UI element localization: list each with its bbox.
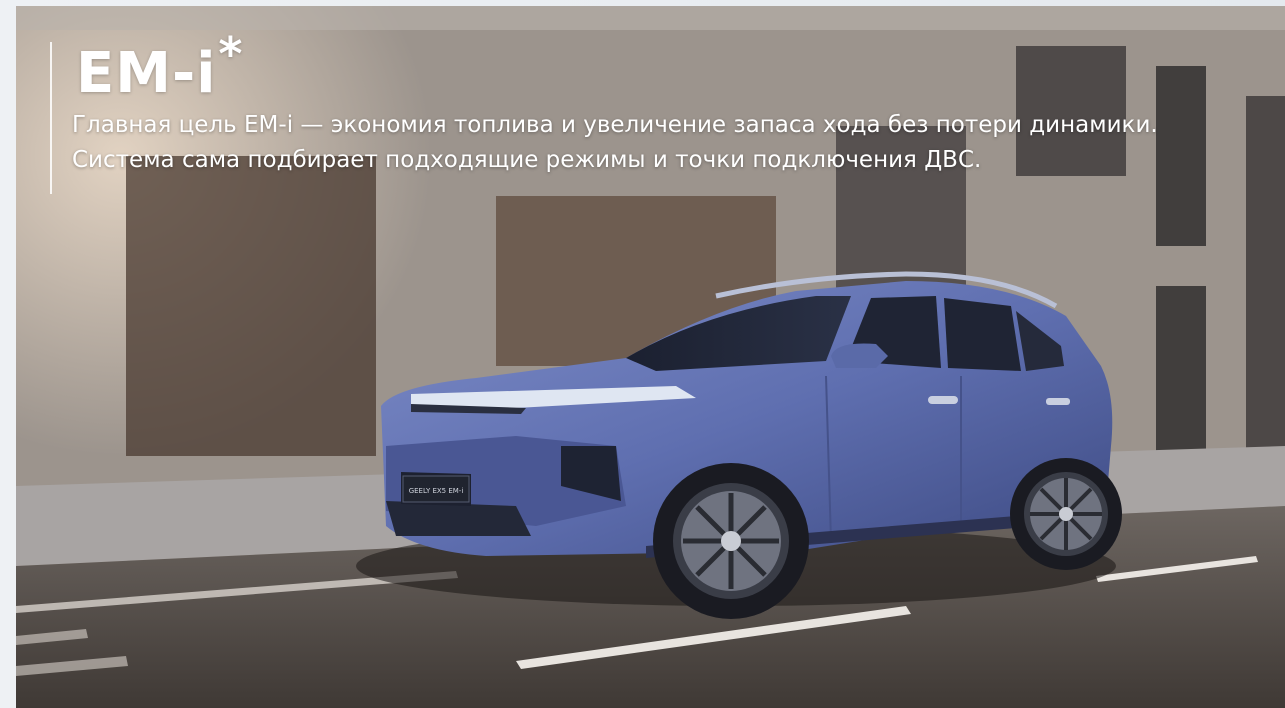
hero-description: Главная цель EM-i — экономия топлива и у…	[72, 112, 1158, 173]
hero-title: EM-i*	[76, 27, 243, 108]
hero-title-text: EM-i	[76, 41, 217, 106]
hero-copy: EM-i* Главная цель EM-i — экономия топли…	[50, 27, 1212, 194]
plate-text: GEELY EX5 EM-i	[409, 487, 464, 495]
asterisk-mark: *	[218, 27, 244, 81]
page-background: GEELY EX5 EM-i EM-i* Главная цель EM-i —…	[0, 0, 1285, 708]
